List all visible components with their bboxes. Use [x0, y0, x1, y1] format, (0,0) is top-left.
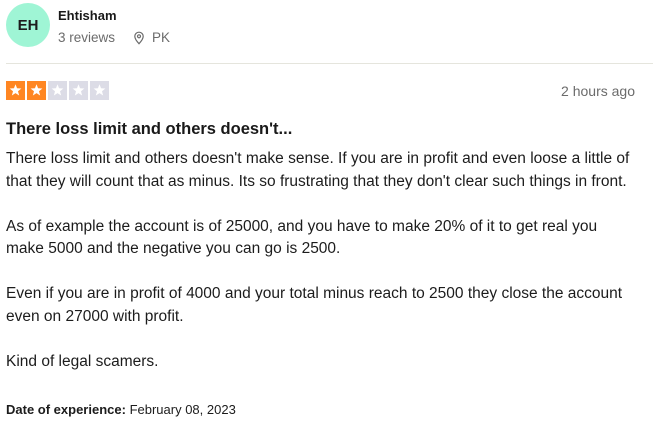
experience-date: February 08, 2023: [129, 402, 236, 417]
review-paragraph: There loss limit and others doesn't make…: [6, 150, 630, 190]
star-empty-icon: [48, 81, 67, 100]
star-rating: [6, 81, 109, 100]
review-title[interactable]: There loss limit and others doesn't...: [6, 120, 292, 139]
review-body: There loss limit and others doesn't make…: [6, 148, 636, 396]
experience-label: Date of experience:: [6, 402, 126, 417]
review-header: EH Ehtisham 3 reviews PK: [6, 3, 657, 49]
review-time: 2 hours ago: [561, 83, 635, 99]
review-paragraph: Kind of legal scamers.: [6, 352, 159, 370]
reviewer-meta: 3 reviews PK: [58, 30, 170, 45]
reviewer-country: PK: [152, 30, 171, 45]
location-pin-icon: [132, 31, 146, 45]
review-paragraph: As of example the account is of 25000, a…: [6, 217, 598, 258]
review-paragraph: Even if you are in profit of 4000 and yo…: [6, 285, 623, 325]
avatar[interactable]: EH: [6, 3, 50, 47]
reviewer-name[interactable]: Ehtisham: [58, 8, 117, 23]
review-count: 3 reviews: [58, 30, 116, 45]
star-empty-icon: [69, 81, 88, 100]
star-filled-icon: [27, 81, 46, 100]
star-empty-icon: [90, 81, 109, 100]
divider: [6, 63, 653, 64]
date-of-experience: Date of experience: February 08, 2023: [6, 402, 236, 417]
star-filled-icon: [6, 81, 25, 100]
